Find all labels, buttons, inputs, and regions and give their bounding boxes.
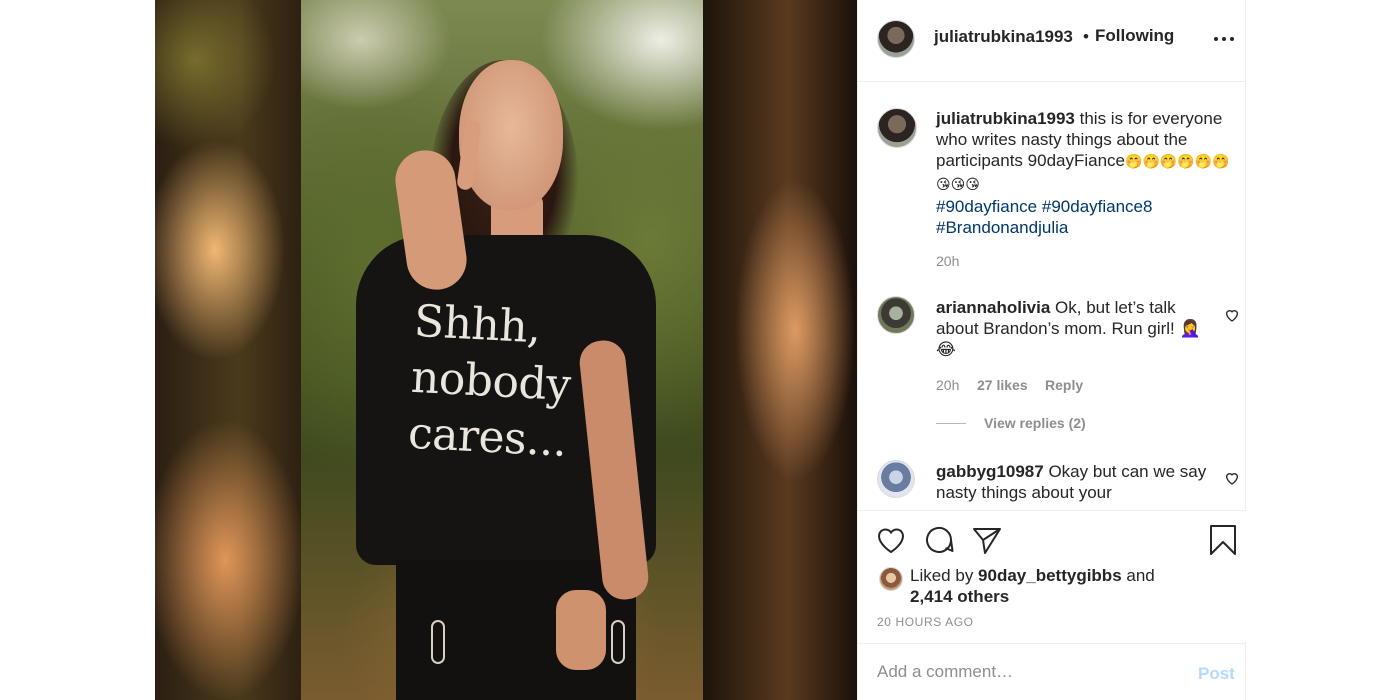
post-timestamp[interactable]: 20 HOURS AGO [877, 615, 974, 629]
photo-hand [556, 590, 606, 670]
heart-icon[interactable] [875, 524, 907, 556]
comment-time[interactable]: 20h [936, 377, 959, 393]
add-comment-bar: Post [858, 643, 1246, 700]
photo-zipper [611, 620, 625, 664]
paper-plane-icon[interactable] [971, 524, 1003, 556]
caption-avatar[interactable] [877, 108, 917, 148]
shirt-print: Shhh, nobody cares... [407, 294, 655, 474]
comment-like-heart-icon[interactable] [1224, 307, 1240, 323]
liked-by-prefix: Liked by [910, 566, 979, 585]
post-header: juliatrubkina1993 • Following [858, 0, 1246, 82]
bookmark-icon[interactable] [1207, 524, 1239, 556]
post-side-panel: juliatrubkina1993 • Following juliatrubk… [858, 0, 1246, 700]
hashtag-link[interactable]: #90dayfiance [936, 197, 1037, 216]
likes-others-link[interactable]: 2,414 others [910, 587, 1009, 606]
post-caption: juliatrubkina1993 this is for everyone w… [936, 108, 1236, 238]
hashtag-link[interactable]: #90dayfiance8 [1042, 197, 1153, 216]
commenter-avatar[interactable] [877, 296, 915, 334]
commenter-username-link[interactable]: ariannaholivia [936, 298, 1050, 317]
liked-by-avatar[interactable] [879, 567, 903, 591]
separator-dot: • [1083, 27, 1089, 46]
post-actions: Liked by 90day_bettygibbs and 2,414 othe… [858, 510, 1246, 642]
likes-summary: Liked by 90day_bettygibbs and 2,414 othe… [910, 565, 1210, 607]
comment-input[interactable] [877, 662, 1177, 682]
hashtag-link[interactable]: #Brandonandjulia [936, 218, 1068, 237]
comment-like-heart-icon[interactable] [1224, 470, 1240, 486]
photo-zipper [431, 620, 445, 664]
following-button[interactable]: Following [1095, 26, 1174, 46]
replies-line [936, 423, 966, 424]
reply-button[interactable]: Reply [1045, 377, 1083, 393]
post-comment-button[interactable]: Post [1198, 664, 1235, 684]
more-options-icon[interactable] [1212, 30, 1236, 48]
avatar[interactable] [877, 20, 915, 58]
post-photo: Shhh, nobody cares... [301, 0, 703, 700]
comment-bubble-icon[interactable] [923, 524, 955, 556]
caption-username-link[interactable]: juliatrubkina1993 [936, 109, 1075, 128]
comment-item: gabbyg10987 Okay but can we say nasty th… [936, 461, 1216, 503]
comment-item: ariannaholivia Ok, but let’s talk about … [936, 297, 1216, 360]
caption-emojis: 😘😘😘 [936, 177, 980, 193]
view-replies-button[interactable]: View replies (2) [984, 415, 1086, 431]
caption-emojis: 🤭🤭🤭🤭🤭🤭 [1125, 154, 1230, 170]
liked-by-and: and [1121, 566, 1155, 585]
author-username-link[interactable]: juliatrubkina1993 [934, 27, 1073, 47]
caption-time[interactable]: 20h [936, 253, 959, 269]
commenter-avatar[interactable] [877, 460, 915, 498]
commenter-username-link[interactable]: gabbyg10987 [936, 462, 1044, 481]
liked-by-user-link[interactable]: 90day_bettygibbs [978, 566, 1122, 585]
post-media[interactable]: Shhh, nobody cares... [155, 0, 858, 700]
comment-likes-count[interactable]: 27 likes [977, 377, 1028, 393]
